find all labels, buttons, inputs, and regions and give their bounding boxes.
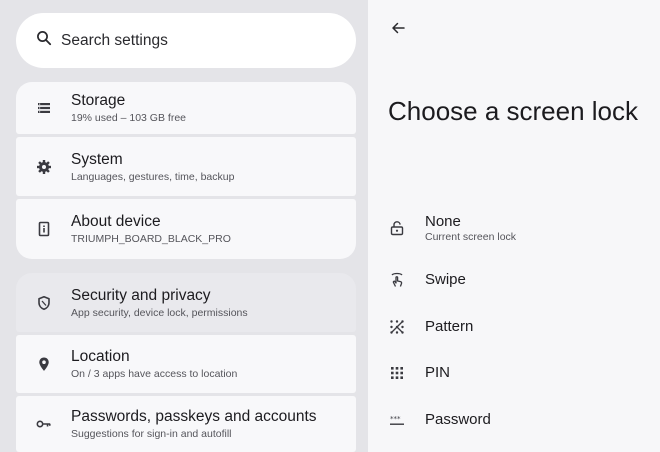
swipe-gesture-icon (388, 271, 406, 289)
pattern-icon (388, 318, 406, 336)
back-arrow-icon (391, 21, 405, 40)
unlocked-padlock-icon (388, 219, 406, 237)
settings-item-subtitle: Suggestions for sign-in and autofill (71, 428, 232, 440)
svg-text:***: *** (390, 415, 401, 423)
lock-option-pin[interactable]: PIN (368, 351, 660, 395)
settings-item-subtitle: Languages, gestures, time, backup (71, 170, 235, 183)
settings-item-subtitle: App security, device lock, permissions (71, 306, 248, 319)
lock-option-pattern[interactable]: Pattern (368, 305, 660, 349)
page-title: Choose a screen lock (388, 96, 639, 126)
settings-item-storage[interactable]: Storage 19% used – 103 GB free (16, 82, 356, 134)
search-icon (36, 30, 52, 51)
settings-item-subtitle: 19% used – 103 GB free (71, 112, 186, 124)
settings-item-title: Location (71, 348, 130, 365)
lock-option-none[interactable]: None Current screen lock (368, 206, 660, 250)
settings-item-title: Passwords, passkeys and accounts (71, 408, 317, 425)
settings-item-system[interactable]: System Languages, gestures, time, backup (16, 137, 356, 196)
lock-option-label: None (425, 212, 461, 230)
password-icon: *** (388, 411, 406, 429)
device-info-icon (22, 221, 66, 237)
settings-item-security-and-privacy[interactable]: Security and privacy App security, devic… (16, 273, 356, 332)
settings-item-title: System (71, 150, 123, 168)
lock-option-label: Swipe (425, 271, 466, 288)
key-icon (22, 416, 66, 432)
screen-lock-panel: Choose a screen lock None Current screen… (368, 0, 660, 452)
settings-item-about-device[interactable]: About device TRIUMPH_BOARD_BLACK_PRO (16, 199, 356, 259)
settings-item-passwords-and-accounts[interactable]: Passwords, passkeys and accounts Suggest… (16, 396, 356, 452)
lock-option-swipe[interactable]: Swipe (368, 258, 660, 302)
settings-item-subtitle: On / 3 apps have access to location (71, 368, 238, 380)
settings-item-location[interactable]: Location On / 3 apps have access to loca… (16, 335, 356, 393)
search-bar[interactable]: Search settings (16, 13, 356, 68)
shield-icon (22, 295, 66, 311)
settings-item-title: Storage (71, 92, 126, 109)
settings-item-title: Security and privacy (71, 286, 211, 304)
settings-item-title: About device (71, 213, 161, 230)
lock-option-subtitle: Current screen lock (425, 230, 517, 243)
settings-sidebar: Search settings Storage 19% used – 103 G… (0, 0, 368, 452)
lock-option-label: PIN (425, 364, 451, 381)
lock-option-password[interactable]: *** Password (368, 398, 660, 442)
search-placeholder: Search settings (61, 31, 168, 49)
lock-option-label: Password (425, 411, 491, 428)
storage-icon (22, 100, 66, 116)
settings-item-subtitle: TRIUMPH_BOARD_BLACK_PRO (71, 233, 231, 245)
gear-icon (22, 159, 66, 175)
location-pin-icon (22, 356, 66, 372)
lock-option-label: Pattern (425, 318, 474, 335)
back-button[interactable] (388, 20, 408, 40)
pin-dots-icon (388, 364, 406, 382)
